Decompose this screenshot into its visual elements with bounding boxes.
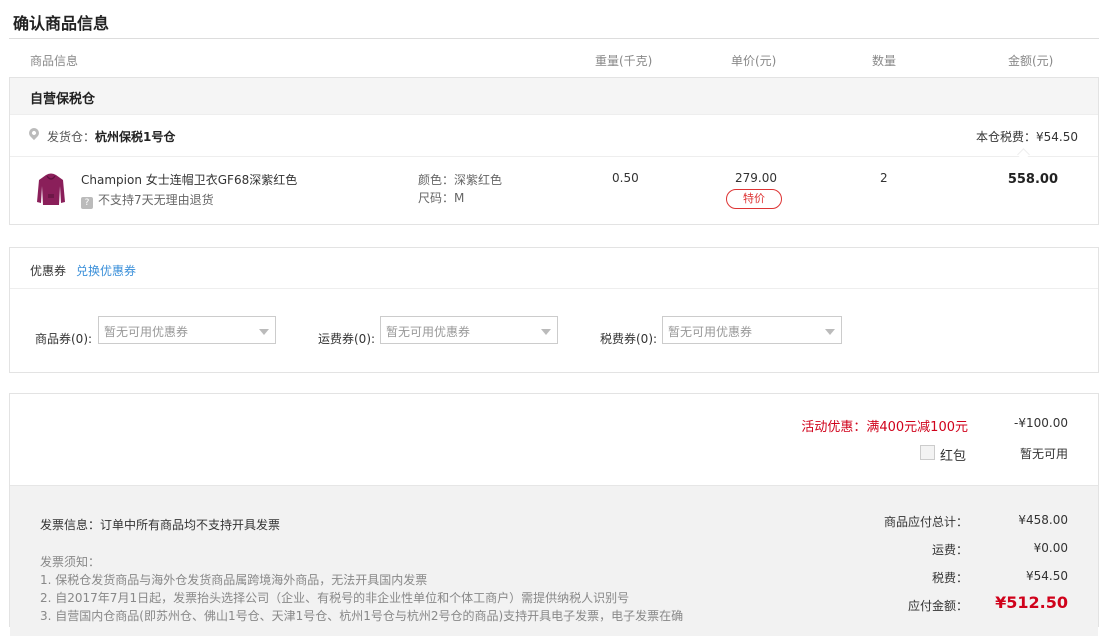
redeem-coupon-link[interactable]: 兑换优惠券 [76, 262, 136, 279]
return-policy-text: 不支持7天无理由退货 [98, 193, 214, 207]
tax-coupon-select[interactable]: 暂无可用优惠券 [662, 316, 842, 344]
warehouse-section: 自营保税仓 发货仓：杭州保税1号仓 本仓税费：¥54.50 Champion 女… [9, 77, 1099, 225]
summary-section: 活动优惠：满400元减100元 -¥100.00 红包 暂无可用 发票信息：订单… [9, 393, 1099, 636]
warehouse-title-bar: 自营保税仓 [10, 78, 1098, 114]
product-unit-price: 279.00 [735, 171, 777, 185]
col-product: 商品信息 [30, 54, 79, 68]
special-price-badge: 特价 [726, 189, 782, 209]
tax-label: 税费： [931, 571, 968, 585]
return-policy: ? 不支持7天无理由退货 [81, 191, 214, 209]
product-size: 尺码：M [418, 191, 465, 205]
tax-notch [1017, 148, 1030, 161]
invoice-and-totals: 发票信息：订单中所有商品均不支持开具发票 发票须知： 1. 保税仓发货商品与海外… [10, 485, 1098, 636]
tax-value: ¥54.50 [1026, 569, 1068, 583]
shipping-label: 运费： [931, 543, 968, 557]
question-icon[interactable]: ? [81, 197, 93, 209]
ship-from-label: 发货仓： [47, 130, 96, 144]
invoice-notice-2: 2. 自2017年7月1日起，发票抬头选择公司（企业、有税号的非企业性单位和个体… [40, 591, 630, 605]
col-quantity: 数量 [872, 54, 897, 68]
product-coupon-label: 商品券(0): [35, 332, 93, 346]
product-name[interactable]: Champion 女士连帽卫衣GF68深紫红色 [81, 171, 297, 188]
dropdown-arrow-icon [259, 329, 269, 335]
page-title: 确认商品信息 [13, 14, 110, 33]
red-packet-checkbox[interactable] [920, 445, 935, 460]
dropdown-arrow-icon [825, 329, 835, 335]
shipping-coupon-value: 暂无可用优惠券 [386, 325, 471, 339]
invoice-info: 发票信息：订单中所有商品均不支持开具发票 [40, 518, 281, 532]
ship-from: 发货仓：杭州保税1号仓 [47, 128, 175, 145]
red-packet-value: 暂无可用 [1019, 447, 1068, 461]
goods-total-value: ¥458.00 [1018, 513, 1068, 527]
ship-from-warehouse: 杭州保税1号仓 [95, 130, 176, 144]
coupon-header: 优惠券 兑换优惠券 [10, 248, 1098, 289]
col-amount: 金额(元) [1008, 54, 1054, 68]
location-pin-icon [26, 125, 42, 141]
product-color: 颜色：深紫红色 [418, 173, 503, 187]
promotion-value: -¥100.00 [1014, 416, 1068, 430]
shipping-coupon-label: 运费券(0): [318, 332, 376, 346]
invoice-notice-title: 发票须知： [40, 555, 101, 569]
warehouse-tax: 本仓税费：¥54.50 [976, 130, 1078, 144]
invoice-notice-1: 1. 保税仓发货商品与海外仓发货商品属跨境海外商品，无法开具国内发票 [40, 573, 428, 587]
payable-label: 应付金额： [907, 599, 968, 613]
red-packet-label: 红包 [940, 449, 967, 464]
warehouse-name: 自营保税仓 [30, 92, 96, 107]
product-coupon-select[interactable]: 暂无可用优惠券 [98, 316, 276, 344]
col-unit-price: 单价(元) [731, 54, 777, 68]
product-quantity: 2 [880, 171, 888, 185]
product-amount: 558.00 [1007, 172, 1058, 187]
invoice-notice-3: 3. 自营国内仓商品(即苏州仓、佛山1号仓、天津1号仓、杭州1号仓与杭州2号仓的… [40, 609, 684, 623]
coupon-label: 优惠券 [30, 264, 67, 278]
payable-amount: ¥512.50 [995, 593, 1068, 612]
ship-from-row: 发货仓：杭州保税1号仓 本仓税费：¥54.50 [10, 114, 1098, 161]
col-weight: 重量(千克) [595, 54, 653, 68]
title-divider [9, 38, 1099, 39]
product-coupon-value: 暂无可用优惠券 [104, 325, 189, 339]
promotion-text: 活动优惠：满400元减100元 [801, 420, 968, 435]
coupon-section: 优惠券 兑换优惠券 商品券(0): 暂无可用优惠券 运费券(0): 暂无可用优惠… [9, 247, 1099, 373]
tax-coupon-label: 税费券(0): [600, 332, 658, 346]
dropdown-arrow-icon [541, 329, 551, 335]
tax-coupon-value: 暂无可用优惠券 [668, 325, 753, 339]
product-weight: 0.50 [612, 171, 639, 185]
goods-total-label: 商品应付总计： [883, 515, 968, 529]
shipping-value: ¥0.00 [1033, 541, 1068, 555]
shipping-coupon-select[interactable]: 暂无可用优惠券 [380, 316, 558, 344]
product-image[interactable] [36, 172, 66, 206]
